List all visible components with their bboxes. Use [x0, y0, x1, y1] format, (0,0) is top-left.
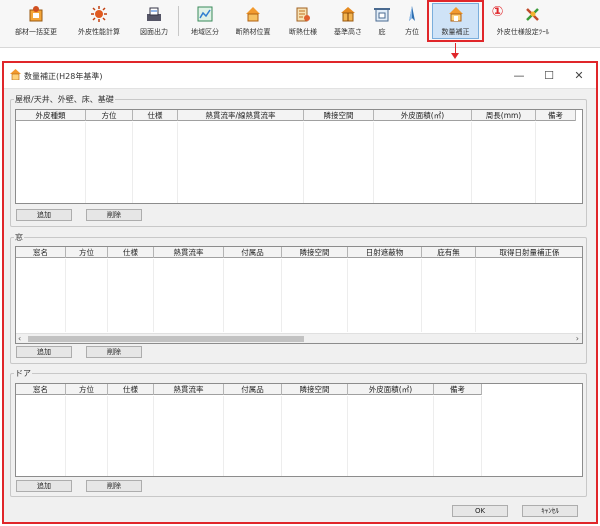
- column-header[interactable]: 外皮面積(㎡): [374, 110, 472, 121]
- column-header[interactable]: 方位: [66, 384, 108, 395]
- close-button[interactable]: ✕: [568, 67, 590, 85]
- toolbar-separator: [178, 6, 179, 36]
- doors-table-body: [16, 396, 582, 476]
- house-app-icon: [10, 69, 21, 82]
- toolbar-label: 図面出力: [140, 28, 168, 36]
- windows-delete-button[interactable]: 削除: [86, 346, 142, 358]
- envelope-table-header: 外皮種類 方位 仕様 熱貫流率/線熱貫流率 隣接空間 外皮面積(㎡) 周長(mm…: [16, 110, 576, 121]
- cancel-button[interactable]: ｷｬﾝｾﾙ: [522, 505, 578, 517]
- column-header[interactable]: 外皮面積(㎡): [348, 384, 434, 395]
- toolbar-button-region[interactable]: 地域区分: [186, 3, 224, 43]
- scroll-left-icon[interactable]: ‹: [18, 334, 21, 343]
- column-header[interactable]: 熱貫流率/線熱貫流率: [178, 110, 304, 121]
- windows-table[interactable]: 窓名 方位 仕様 熱貫流率 付属品 隣接空間 日射遮蔽物 庇有無 取得日射量補正…: [15, 246, 583, 344]
- column-header[interactable]: 窓名: [16, 247, 66, 258]
- toolbar-button-bulk-change[interactable]: 部材一括変更: [10, 3, 62, 43]
- dialog-titlebar[interactable]: 数量補正(H28年基準) — ☐ ✕: [4, 63, 596, 89]
- region-map-icon: [196, 5, 214, 23]
- envelope-delete-button[interactable]: 削除: [86, 209, 142, 221]
- toolbar-label: 外皮仕様設定ﾂｰﾙ: [496, 28, 550, 36]
- column-header[interactable]: 備考: [536, 110, 576, 121]
- column-header[interactable]: 熱貫流率: [154, 247, 224, 258]
- group-label-doors: ドア: [14, 368, 32, 379]
- doors-table-header: 窓名 方位 仕様 熱貫流率 付属品 隣接空間 外皮面積(㎡) 備考: [16, 384, 482, 395]
- red-highlight-box: [427, 0, 484, 42]
- reference-height-icon: [339, 5, 357, 23]
- column-header[interactable]: 備考: [434, 384, 482, 395]
- toolbar-label: 庇: [378, 28, 386, 36]
- column-header[interactable]: 付属品: [224, 384, 282, 395]
- insulation-position-icon: [244, 5, 262, 23]
- column-header[interactable]: 方位: [86, 110, 133, 121]
- column-header[interactable]: 周長(mm): [472, 110, 536, 121]
- ok-button[interactable]: OK: [452, 505, 508, 517]
- maximize-button[interactable]: ☐: [538, 67, 560, 85]
- toolbar-button-drawing-output[interactable]: 図面出力: [136, 3, 172, 43]
- toolbar-button-insulation-position[interactable]: 断熱材位置: [230, 3, 276, 43]
- doors-table[interactable]: 窓名 方位 仕様 熱貫流率 付属品 隣接空間 外皮面積(㎡) 備考: [15, 383, 583, 477]
- column-header[interactable]: 日射遮蔽物: [348, 247, 422, 258]
- toolbar-label: 断熱材位置: [235, 28, 271, 36]
- envelope-spec-tool-icon: [524, 5, 542, 23]
- toolbar-button-eave[interactable]: 庇: [372, 3, 392, 43]
- toolbar-label: 外皮性能計算: [78, 28, 120, 36]
- column-header[interactable]: 庇有無: [422, 247, 476, 258]
- minimize-button[interactable]: —: [508, 67, 530, 85]
- toolbar-label: 部材一括変更: [15, 28, 57, 36]
- eave-icon: [373, 5, 391, 23]
- column-header[interactable]: 仕様: [108, 247, 154, 258]
- doors-delete-button[interactable]: 削除: [86, 480, 142, 492]
- column-header[interactable]: 仕様: [108, 384, 154, 395]
- column-header[interactable]: 仕様: [133, 110, 178, 121]
- windows-horizontal-scrollbar[interactable]: ‹ ›: [16, 333, 582, 343]
- windows-table-header: 窓名 方位 仕様 熱貫流率 付属品 隣接空間 日射遮蔽物 庇有無 取得日射量補正…: [16, 247, 582, 258]
- toolbar-button-envelope-spec-tool[interactable]: 外皮仕様設定ﾂｰﾙ: [490, 3, 556, 43]
- pointer-arrow-head-icon: [451, 53, 459, 59]
- calculator-burst-icon: [90, 5, 108, 23]
- print-drawing-icon: [145, 5, 163, 23]
- group-label-windows: 窓: [14, 232, 24, 243]
- windows-add-button[interactable]: 追加: [16, 346, 72, 358]
- doors-add-button[interactable]: 追加: [16, 480, 72, 492]
- column-header[interactable]: 隣接空間: [282, 247, 348, 258]
- toolbar-label: 基準高さ: [334, 28, 362, 36]
- insulation-spec-icon: [294, 5, 312, 23]
- windows-table-body: [16, 259, 582, 332]
- envelope-table-body: [16, 122, 582, 203]
- dialog-title: 数量補正(H28年基準): [24, 72, 103, 81]
- column-header[interactable]: 熱貫流率: [154, 384, 224, 395]
- scrollbar-thumb[interactable]: [28, 336, 304, 342]
- column-header[interactable]: 隣接空間: [304, 110, 374, 121]
- column-header[interactable]: 付属品: [224, 247, 282, 258]
- toolbar-button-reference-height[interactable]: 基準高さ: [330, 3, 366, 43]
- building-gear-icon: [27, 5, 45, 23]
- toolbar-button-orientation[interactable]: 方位: [400, 3, 424, 43]
- ribbon-toolbar: 部材一括変更 外皮性能計算 図面出力 地域区分 断熱材位置 断熱仕様 基準高さ …: [0, 0, 600, 48]
- toolbar-button-envelope-calc[interactable]: 外皮性能計算: [72, 3, 126, 43]
- toolbar-label: 地域区分: [191, 28, 219, 36]
- column-header[interactable]: 窓名: [16, 384, 66, 395]
- compass-icon: [403, 5, 421, 23]
- toolbar-label: 方位: [405, 28, 419, 36]
- column-header[interactable]: 方位: [66, 247, 108, 258]
- toolbar-button-insulation-spec[interactable]: 断熱仕様: [284, 3, 322, 43]
- column-header[interactable]: 隣接空間: [282, 384, 348, 395]
- column-header[interactable]: 取得日射量補正係: [476, 247, 582, 258]
- group-label-envelope: 屋根/天井、外壁、床、基礎: [14, 94, 115, 105]
- column-header[interactable]: 外皮種類: [16, 110, 86, 121]
- toolbar-label: 断熱仕様: [289, 28, 317, 36]
- scroll-right-icon[interactable]: ›: [576, 334, 579, 343]
- envelope-table[interactable]: 外皮種類 方位 仕様 熱貫流率/線熱貫流率 隣接空間 外皮面積(㎡) 周長(mm…: [15, 109, 583, 204]
- envelope-add-button[interactable]: 追加: [16, 209, 72, 221]
